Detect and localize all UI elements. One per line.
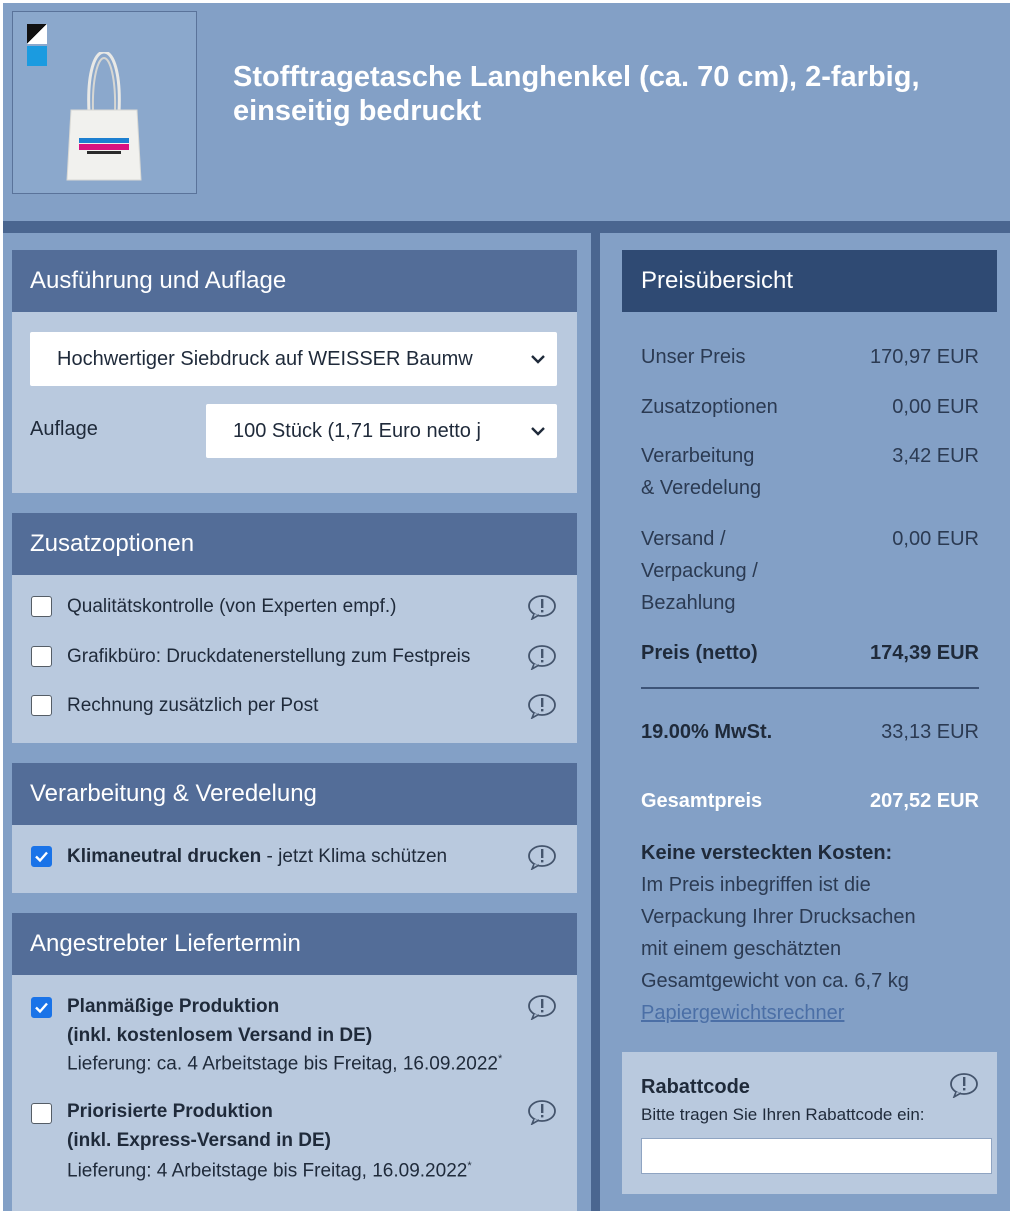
- radio-priorisierte-produktion[interactable]: [31, 1103, 52, 1124]
- price-value-unser-preis: 170,97 EUR: [870, 346, 979, 368]
- section-heading-liefertermin: Angestrebter Liefertermin: [12, 913, 577, 975]
- header-divider: [3, 221, 1010, 233]
- auflage-select-value: 100 Stück (1,71 Euro netto j: [233, 420, 481, 442]
- delivery-option-date: Lieferung: ca. 4 Arbeitstage bis Freitag…: [67, 1053, 503, 1075]
- rabattcode-input[interactable]: [641, 1138, 992, 1174]
- price-value-mwst: 33,13 EUR: [881, 721, 979, 743]
- info-icon[interactable]: [527, 594, 557, 620]
- checkmark-icon: [35, 1002, 48, 1014]
- delivery-option-date: Lieferung: 4 Arbeitstage bis Freitag, 16…: [67, 1160, 472, 1182]
- variant-select[interactable]: Hochwertiger Siebdruck auf WEISSER Baumw: [30, 332, 557, 386]
- checkbox-rechnung-post[interactable]: [31, 695, 52, 716]
- papiergewichtsrechner-link[interactable]: Papiergewichtsrechner: [641, 997, 986, 1029]
- price-label-unser-preis: Unser Preis: [641, 346, 746, 368]
- option-label-rechnung-post: Rechnung zusätzlich per Post: [67, 695, 319, 716]
- rabattcode-hint: Bitte tragen Sie Ihren Rabattcode ein:: [641, 1105, 925, 1124]
- section-heading-verarbeitung: Verarbeitung & Veredelung: [12, 763, 577, 825]
- product-image[interactable]: [12, 11, 197, 194]
- chevron-down-icon: [531, 355, 545, 364]
- product-title: Stofftragetasche Langhenkel (ca. 70 cm),…: [233, 61, 920, 127]
- brand-logo-blue: [27, 46, 47, 66]
- product-header: Stofftragetasche Langhenkel (ca. 70 cm),…: [3, 3, 1010, 221]
- option-label-grafikbuero: Grafikbüro: Druckdatenerstellung zum Fes…: [67, 646, 471, 667]
- option-label-klimaneutral: Klimaneutral drucken - jetzt Klima schüt…: [67, 846, 447, 868]
- price-label-zusatzoptionen: Zusatzoptionen: [641, 396, 778, 418]
- option-label-qualitaetskontrolle: Qualitätskontrolle (von Experten empf.): [67, 596, 397, 617]
- info-icon[interactable]: [527, 644, 557, 670]
- price-divider: [641, 687, 979, 689]
- option-label-klimaneutral-bold: Klimaneutral drucken: [67, 846, 262, 867]
- delivery-option-title: Planmäßige Produktion (inkl. kostenlosem…: [67, 996, 373, 1046]
- price-label-verarbeitung: Verarbeitung & Veredelung: [641, 445, 762, 499]
- auflage-label: Auflage: [30, 418, 98, 440]
- variant-select-value: Hochwertiger Siebdruck auf WEISSER Baumw: [57, 348, 473, 370]
- section-heading-preisuebersicht: Preisübersicht: [622, 250, 997, 312]
- tote-bag-image: [66, 52, 142, 181]
- info-icon[interactable]: [949, 1072, 979, 1098]
- price-value-verarbeitung: 3,42 EUR: [892, 445, 979, 467]
- price-value-netto: 174,39 EUR: [870, 642, 979, 664]
- section-heading-zusatzoptionen: Zusatzoptionen: [12, 513, 577, 575]
- chevron-down-icon: [531, 427, 545, 436]
- checkbox-grafikbuero[interactable]: [31, 646, 52, 667]
- rabattcode-panel: Rabattcode Bitte tragen Sie Ihren Rabatt…: [622, 1052, 997, 1194]
- info-icon[interactable]: [527, 1099, 557, 1125]
- checkbox-klimaneutral[interactable]: [31, 846, 52, 867]
- section-heading-ausfuehrung: Ausführung und Auflage: [12, 250, 577, 312]
- checkbox-qualitaetskontrolle[interactable]: [31, 596, 52, 617]
- info-icon[interactable]: [527, 693, 557, 719]
- price-label-mwst: 19.00% MwSt.: [641, 721, 773, 743]
- checkmark-icon: [35, 851, 48, 863]
- price-label-netto: Preis (netto): [641, 642, 758, 664]
- option-label-klimaneutral-rest: - jetzt Klima schützen: [261, 846, 448, 867]
- price-value-versand: 0,00 EUR: [892, 528, 979, 550]
- rabattcode-title: Rabattcode: [641, 1076, 750, 1098]
- auflage-select[interactable]: 100 Stück (1,71 Euro netto j: [206, 404, 557, 458]
- info-icon[interactable]: [527, 994, 557, 1020]
- radio-planmaessige-produktion[interactable]: [31, 997, 52, 1018]
- price-label-versand: Versand / Verpackung / Bezahlung: [641, 528, 758, 614]
- info-icon[interactable]: [527, 844, 557, 870]
- price-value-zusatzoptionen: 0,00 EUR: [892, 396, 979, 418]
- hidden-costs-note: Keine versteckten Kosten: Im Preis inbeg…: [641, 837, 986, 1029]
- delivery-option-title: Priorisierte Produktion (inkl. Express-V…: [67, 1101, 331, 1151]
- column-separator: [591, 233, 600, 1211]
- price-label-gesamt: Gesamtpreis: [641, 790, 763, 812]
- brand-logo-black: [27, 24, 47, 44]
- price-value-gesamt: 207,52 EUR: [870, 790, 979, 812]
